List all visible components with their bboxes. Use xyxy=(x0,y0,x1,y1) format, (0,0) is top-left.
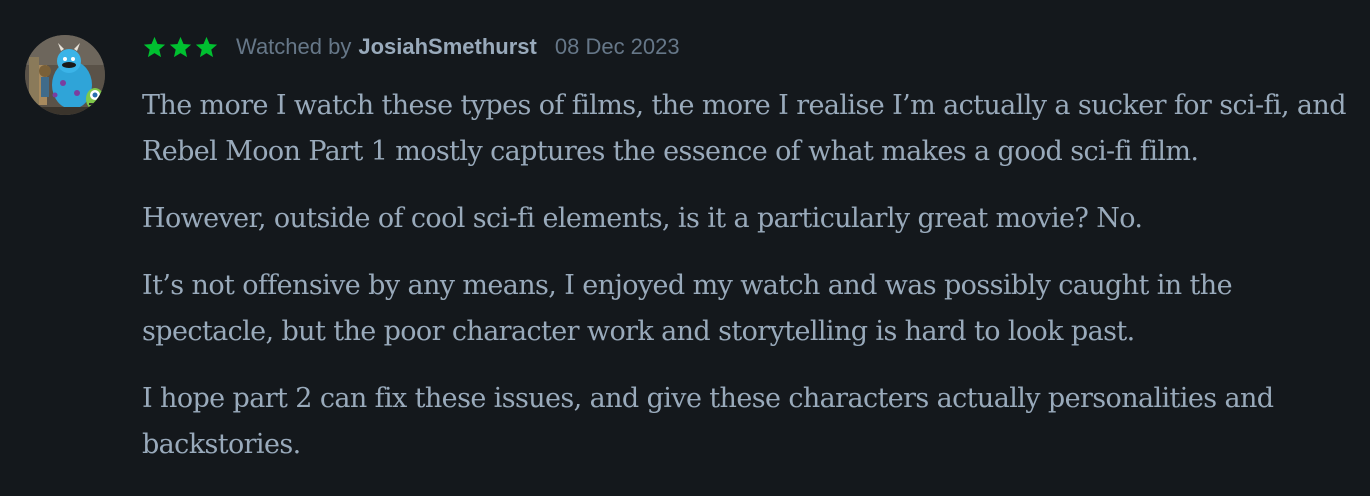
review-meta: Watched by JosiahSmethurst 08 Dec 2023 xyxy=(142,30,680,64)
star-icon xyxy=(169,36,192,57)
review-body: The more I watch these types of films, t… xyxy=(142,83,1347,489)
star-icon xyxy=(195,36,218,57)
star-icon xyxy=(143,36,166,57)
monster-plush-avatar-icon xyxy=(25,35,105,115)
watched-by-label: Watched by xyxy=(236,34,352,59)
review-paragraph: The more I watch these types of films, t… xyxy=(142,90,1347,167)
review-paragraph: I hope part 2 can fix these issues, and … xyxy=(142,383,1274,460)
rating-stars xyxy=(142,35,220,60)
review-paragraph: It’s not offensive by any means, I enjoy… xyxy=(142,270,1233,347)
review-paragraph: However, outside of cool sci-fi elements… xyxy=(142,203,1143,234)
user-avatar[interactable] xyxy=(25,35,105,115)
review-card: Watched by JosiahSmethurst 08 Dec 2023 T… xyxy=(0,0,1370,496)
username-link[interactable]: JosiahSmethurst xyxy=(358,34,537,60)
review-date-link[interactable]: 08 Dec 2023 xyxy=(555,34,680,60)
